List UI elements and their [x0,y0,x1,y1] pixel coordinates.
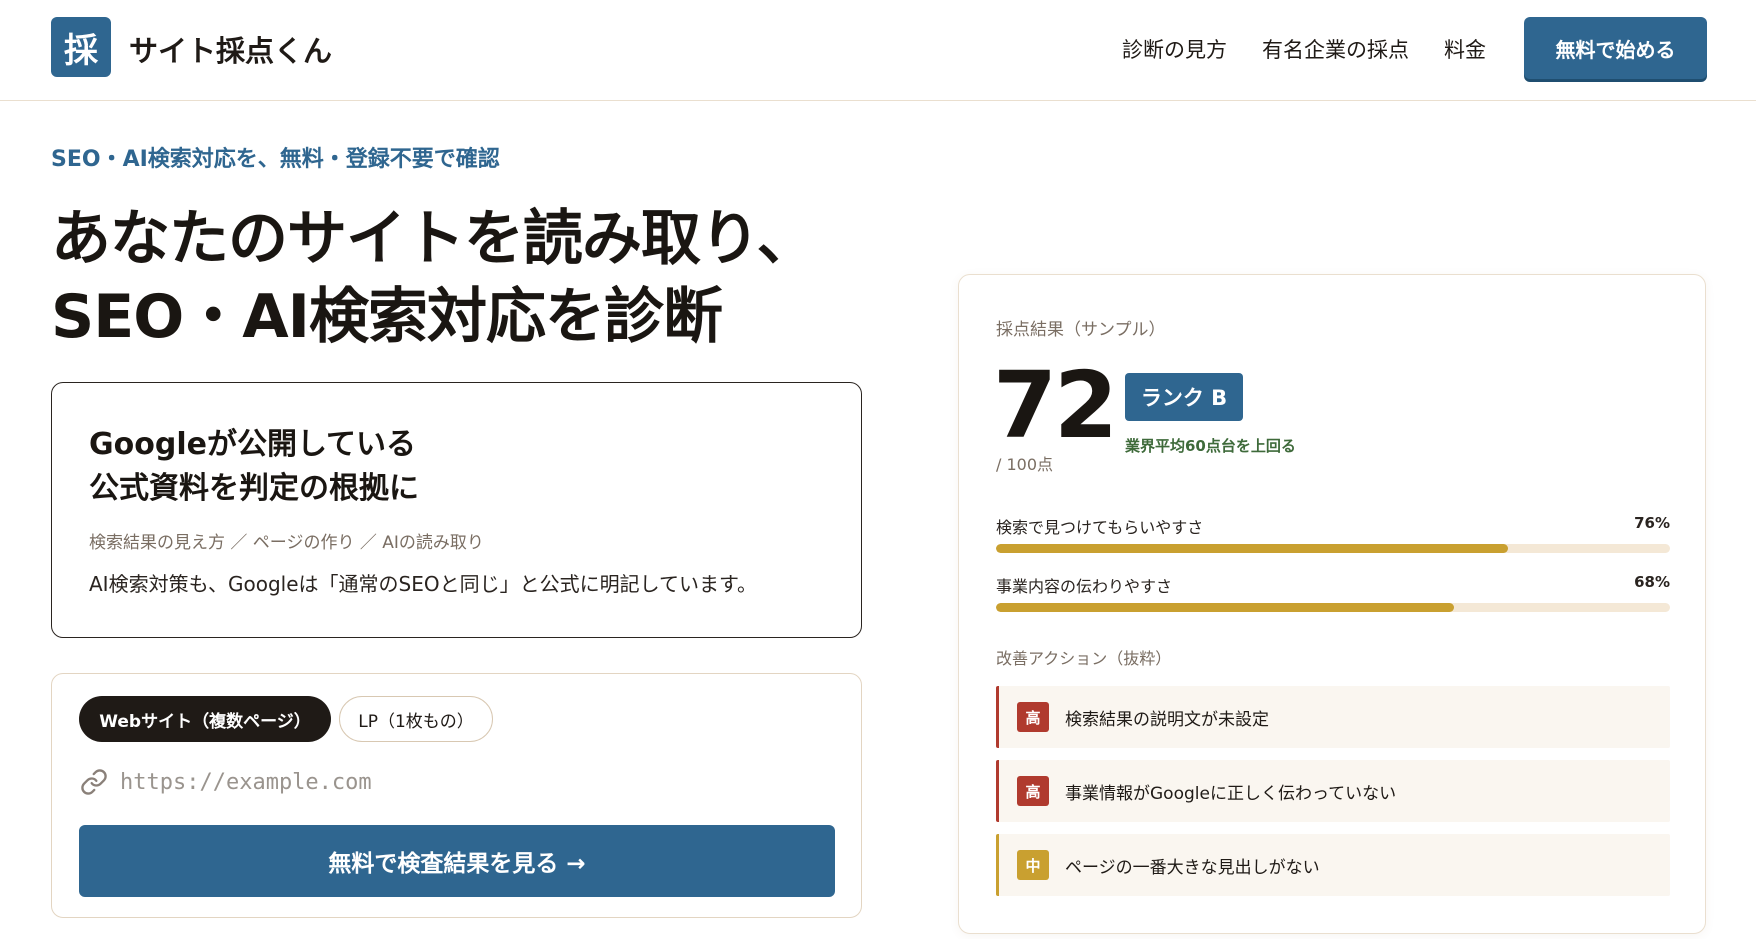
action-text: 事業情報がGoogleに正しく伝わっていない [1065,784,1397,804]
metric-value-findability: 76% [1634,514,1670,532]
action-item: 高 検索結果の説明文が未設定 [996,686,1670,748]
action-text: ページの一番大きな見出しがない [1065,858,1320,878]
url-form-card: Webサイト（複数ページ） LP（1枚もの） 無料で検査結果を見る → [51,673,862,918]
action-item: 中 ページの一番大きな見出しがない [996,834,1670,896]
rank-badge: ランク B [1125,373,1243,421]
info-card-body: AI検索対策も、Googleは「通常のSEOと同じ」と公式に明記しています。 [89,572,757,596]
priority-badge-mid: 中 [1017,850,1049,880]
info-card-title: Googleが公開している 公式資料を判定の根拠に [89,423,419,511]
rank-note: 業界平均60点台を上回る [1125,437,1296,455]
info-card: Googleが公開している 公式資料を判定の根拠に 検索結果の見え方 ／ ページ… [51,382,862,638]
actions-label: 改善アクション（抜粋） [996,649,1172,668]
info-title-line-2: 公式資料を判定の根拠に [89,471,419,506]
action-item: 高 事業情報がGoogleに正しく伝わっていない [996,760,1670,822]
progress-bar-clarity [996,603,1670,612]
nav-link-famous-companies[interactable]: 有名企業の採点 [1262,34,1409,64]
nav-link-pricing[interactable]: 料金 [1444,34,1486,64]
sample-result-card: 採点結果（サンプル） 72 / 100点 ランク B 業界平均60点台を上回る … [958,274,1706,934]
submit-check-button[interactable]: 無料で検査結果を見る → [79,825,835,897]
nav-link-guide[interactable]: 診断の見方 [1122,34,1227,64]
hero-headline: あなたのサイトを読み取り、 SEO・AI検索対応を診断 [51,200,871,356]
metric-label-findability: 検索で見つけてもらいやすさ [996,518,1204,537]
site-header: 採 サイト採点くん 診断の見方 有名企業の採点 料金 無料で始める [0,0,1756,101]
tab-website[interactable]: Webサイト（複数ページ） [79,696,331,742]
metric-label-clarity: 事業内容の伝わりやすさ [996,577,1173,596]
headline-line-2: SEO・AI検索対応を診断 [51,282,723,352]
score-value: 72 [993,352,1118,459]
hero-eyebrow: SEO・AI検索対応を、無料・登録不要で確認 [51,147,500,172]
result-label: 採点結果（サンプル） [996,320,1166,340]
metric-value-clarity: 68% [1634,573,1670,591]
logo-text[interactable]: サイト採点くん [129,28,332,70]
action-text: 検索結果の説明文が未設定 [1065,710,1269,730]
start-free-button[interactable]: 無料で始める [1524,17,1707,79]
link-icon [81,769,107,795]
progress-fill-clarity [996,603,1455,612]
progress-fill-findability [996,544,1509,553]
logo-mark[interactable]: 採 [51,17,111,77]
priority-badge-high: 高 [1017,776,1049,806]
info-title-line-1: Googleが公開している [89,427,417,462]
score-total: / 100点 [996,455,1054,474]
progress-bar-findability [996,544,1670,553]
priority-badge-high: 高 [1017,702,1049,732]
tab-lp[interactable]: LP（1枚もの） [339,696,493,742]
url-input[interactable] [120,764,820,800]
headline-line-1: あなたのサイトを読み取り、 [51,204,817,274]
info-card-tags: 検索結果の見え方 ／ ページの作り ／ AIの読み取り [89,533,484,553]
